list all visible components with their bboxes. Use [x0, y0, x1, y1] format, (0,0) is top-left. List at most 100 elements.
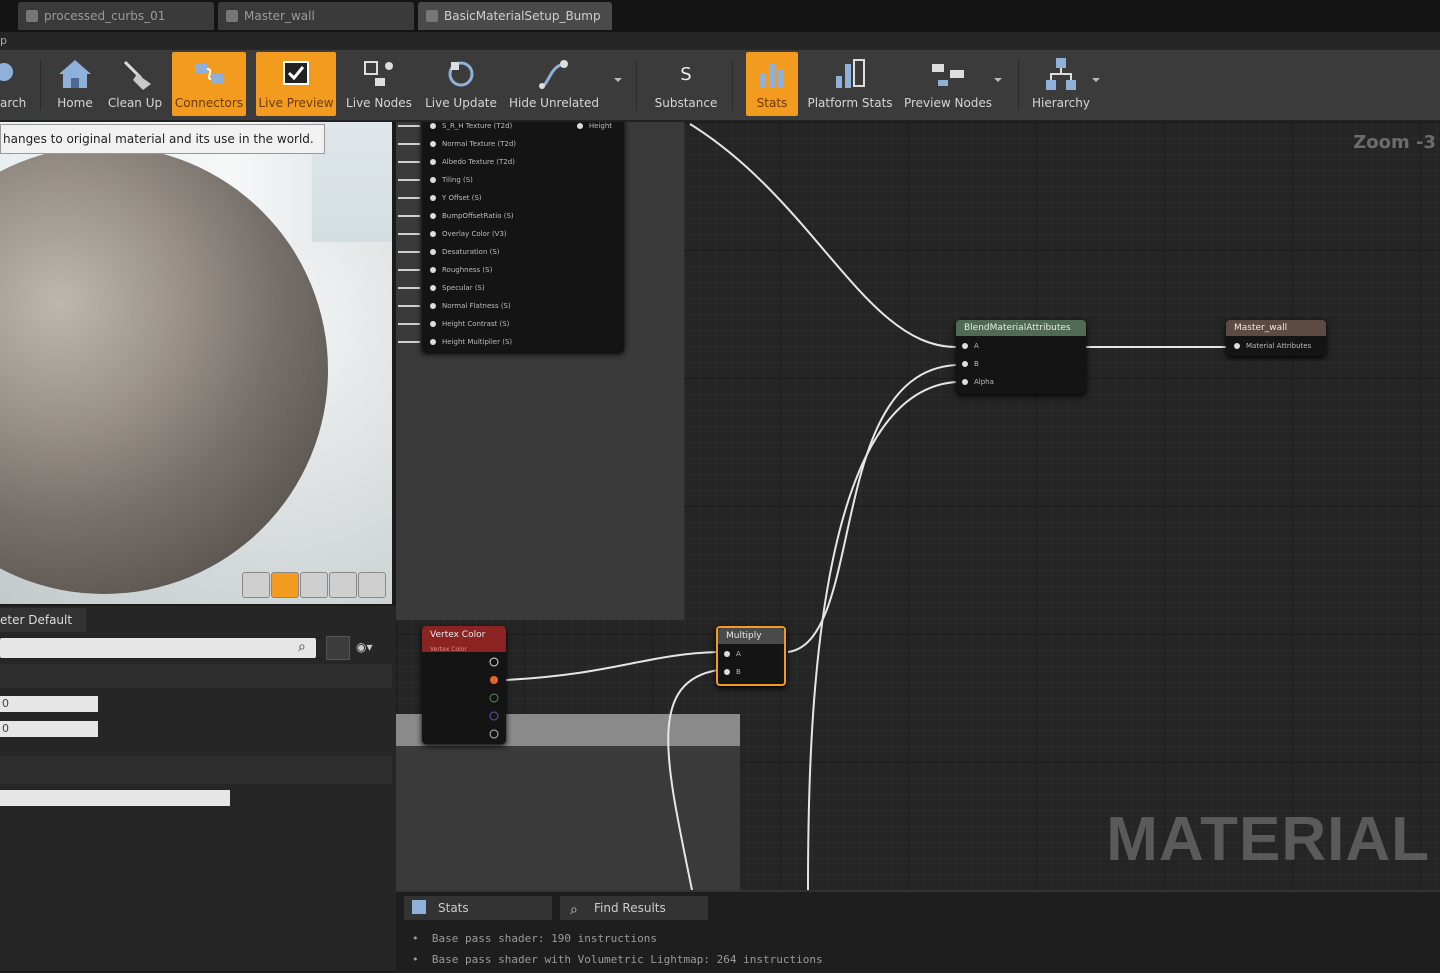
tab-label: BasicMaterialSetup_Bump	[444, 9, 601, 23]
material-function-node[interactable]: Height S_R_H Texture (T2d) Normal Textur…	[422, 122, 624, 352]
material-attributes-pin[interactable]: Material Attributes	[1233, 342, 1311, 350]
category-row	[0, 664, 392, 688]
node-input-pin[interactable]: Albedo Texture (T2d)	[430, 158, 515, 166]
tab-label: processed_curbs_01	[44, 9, 166, 23]
node-input-pin[interactable]: Height Multiplier (S)	[429, 338, 512, 346]
node-input-pin[interactable]: Specular (S)	[430, 284, 485, 292]
tab-find-results[interactable]: ⌕ Find Results	[560, 896, 708, 920]
node-input-pin[interactable]: Overlay Color (V3)	[430, 230, 507, 238]
preview-mesh-button[interactable]	[358, 572, 386, 598]
search-icon	[0, 63, 13, 81]
node-title: Master_wall	[1226, 320, 1326, 336]
node-input-pin[interactable]: Height Contrast (S)	[429, 320, 509, 328]
platform-stats-button[interactable]: Platform Stats	[806, 52, 894, 116]
node-input-pin[interactable]: Roughness (S)	[429, 266, 492, 274]
home-icon	[59, 60, 91, 88]
details-panel	[0, 606, 396, 971]
home-button[interactable]: Home	[48, 52, 102, 116]
live-preview-icon	[283, 61, 309, 85]
tab-master-wall[interactable]: Master_wall	[218, 2, 414, 30]
live-preview-button[interactable]: Live Preview	[256, 52, 336, 116]
category-row	[0, 756, 392, 784]
node-input-pin[interactable]: BumpOffsetRatio (S)	[430, 212, 514, 220]
preview-sphere-button[interactable]	[271, 572, 299, 598]
node-input-pin[interactable]: S_R_H Texture (T2d)	[429, 122, 512, 130]
toolbar-search-button[interactable]: arch	[0, 52, 36, 116]
node-input-pin-b[interactable]: B	[962, 360, 979, 368]
tab-stats[interactable]: Stats	[404, 896, 552, 920]
multiply-node[interactable]: Multiply A B	[716, 626, 786, 686]
toolbar-label: Hierarchy	[1031, 96, 1090, 110]
material-output-node[interactable]: Master_wall Material Attributes	[1226, 320, 1326, 356]
toolbar-label: Substance	[654, 96, 718, 110]
live-nodes-icon	[364, 61, 393, 86]
material-graph[interactable]: Height S_R_H Texture (T2d) Normal Textur…	[396, 122, 1440, 890]
substance-icon: S	[680, 64, 691, 85]
preview-cube-button[interactable]	[329, 572, 357, 598]
broom-icon	[123, 60, 151, 90]
node-output-pin[interactable]: Height	[576, 122, 612, 130]
hide-unrelated-dropdown-arrow[interactable]	[614, 78, 622, 82]
substance-button[interactable]: S Substance	[650, 52, 722, 116]
tab-basic-material-setup[interactable]: BasicMaterialSetup_Bump	[418, 2, 612, 30]
node-input-pin[interactable]: Desaturation (S)	[430, 248, 500, 256]
node-title: Multiply	[718, 628, 784, 644]
preview-cylinder-button[interactable]	[242, 572, 270, 598]
material-instance-icon	[26, 10, 38, 22]
preview-nodes-button[interactable]: Preview Nodes	[902, 52, 994, 116]
multiply-input-pin-a[interactable]: A	[724, 650, 741, 658]
hide-unrelated-button[interactable]: Hide Unrelated	[508, 52, 600, 116]
hide-unrelated-icon	[539, 60, 568, 89]
live-update-icon	[448, 61, 474, 87]
zoom-level: Zoom -3	[1353, 132, 1436, 153]
tab-processed-curbs[interactable]: processed_curbs_01	[18, 2, 214, 30]
material-function-icon	[426, 10, 438, 22]
blend-material-attributes-node[interactable]: BlendMaterialAttributes A B Alpha	[956, 320, 1086, 394]
toolbar-label: Clean Up	[107, 96, 163, 110]
svg-text:S: S	[680, 64, 691, 85]
live-nodes-button[interactable]: Live Nodes	[344, 52, 414, 116]
node-input-pin[interactable]: Normal Flatness (S)	[430, 302, 511, 310]
details-tab[interactable]: eter Default	[0, 608, 86, 632]
preview-plane-button[interactable]	[300, 572, 328, 598]
toolbar-label: Connectors	[174, 96, 244, 110]
stats-button[interactable]: Stats	[746, 52, 798, 116]
node-title: BlendMaterialAttributes	[956, 320, 1086, 336]
tab-find-label: Find Results	[594, 901, 666, 915]
toolbar-label: Live Update	[425, 96, 497, 110]
material-watermark: MATERIAL	[1106, 805, 1430, 874]
eye-icon[interactable]: ◉▾	[356, 640, 384, 654]
node-input-pin[interactable]: Tiling (S)	[430, 176, 473, 184]
stats-line-text: Base pass shader with Volumetric Lightma…	[431, 953, 823, 966]
node-input-pin[interactable]: Y Offset (S)	[430, 194, 482, 202]
multiply-input-pin-b[interactable]: B	[724, 668, 741, 676]
stats-line-text: Base pass shader: 190 instructions	[431, 932, 658, 945]
number-field-2[interactable]: 0	[0, 721, 98, 737]
node-title: Vertex Color Vertex Color	[422, 626, 506, 653]
view-options-icon[interactable]	[326, 636, 350, 660]
node-input-pin-a[interactable]: A	[962, 342, 979, 350]
toolbar-label: arch	[0, 96, 27, 110]
live-update-button[interactable]: Live Update	[424, 52, 498, 116]
node-input-pin-alpha[interactable]: Alpha	[962, 378, 994, 386]
stats-line: • Base pass shader: 190 instructions	[412, 932, 658, 945]
number-field-1[interactable]: 0	[0, 696, 98, 712]
connectors-button[interactable]: Connectors	[172, 52, 246, 116]
details-search-input[interactable]	[0, 638, 316, 658]
search-icon: ⌕	[298, 639, 306, 655]
document-tab-bar: processed_curbs_01 Master_wall BasicMate…	[0, 0, 1440, 32]
toolbar-label: Home	[57, 96, 93, 110]
node-input-pin[interactable]: Normal Texture (T2d)	[429, 140, 516, 148]
preview-viewport[interactable]	[0, 122, 392, 604]
hierarchy-dropdown-arrow[interactable]	[1092, 78, 1100, 82]
menu-item-help[interactable]: p	[0, 34, 7, 47]
hierarchy-button[interactable]: Hierarchy	[1030, 52, 1092, 116]
clean-up-button[interactable]: Clean Up	[104, 52, 166, 116]
toolbar-separator	[732, 60, 733, 110]
toolbar-label: Platform Stats	[807, 96, 893, 110]
vertex-color-output-pins[interactable]	[488, 656, 500, 742]
preview-nodes-dropdown-arrow[interactable]	[994, 78, 1002, 82]
vertex-color-node[interactable]: Vertex Color Vertex Color	[422, 626, 506, 744]
platform-stats-icon	[836, 59, 865, 88]
text-field[interactable]	[0, 790, 230, 806]
